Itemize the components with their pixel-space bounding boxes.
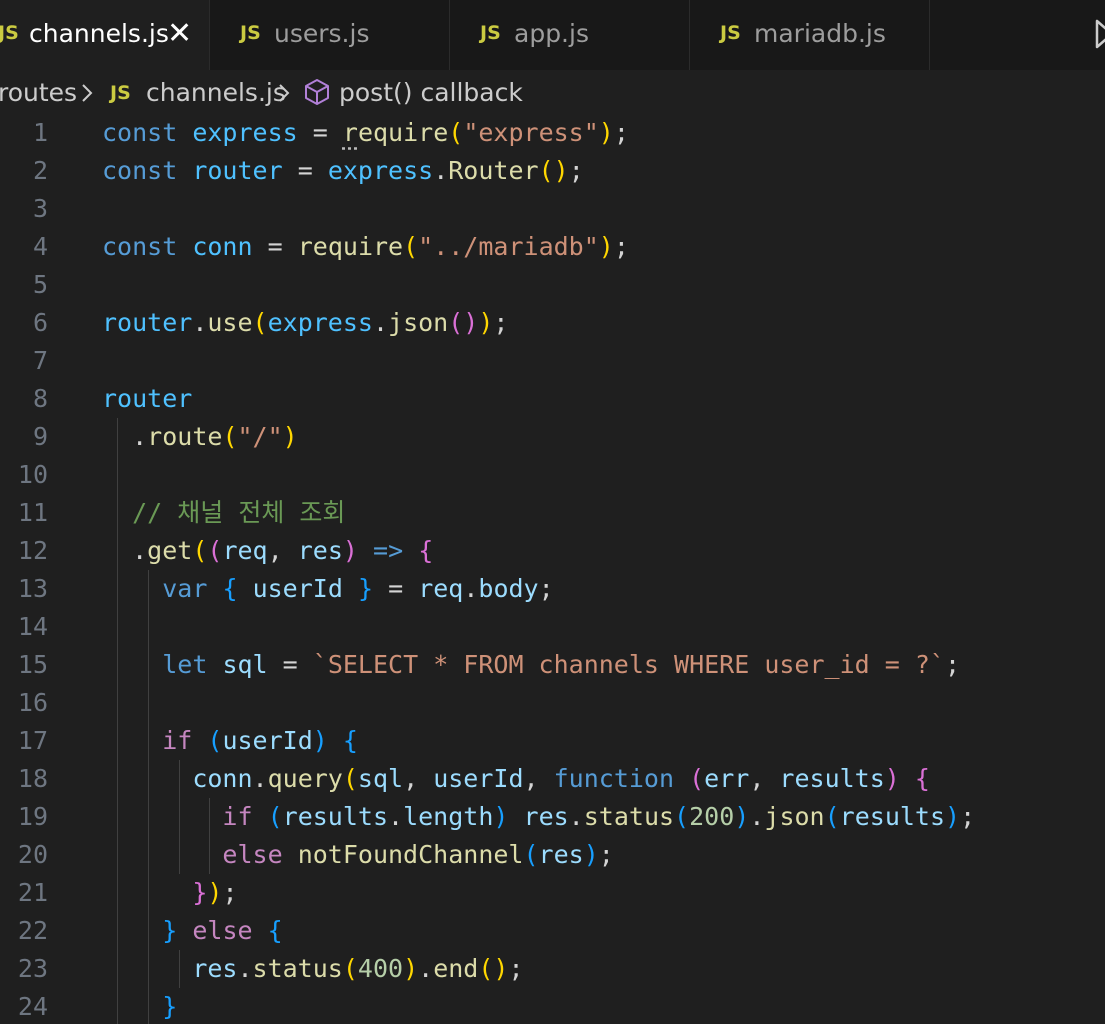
code-text: }); xyxy=(192,878,238,907)
code-text: } else { xyxy=(162,916,283,945)
line-number: 10 xyxy=(17,460,48,489)
code-line: 13 var { userId } = req.body; xyxy=(0,570,1105,608)
code-line: 20 else notFoundChannel(res); xyxy=(0,836,1105,874)
line-number: 12 xyxy=(17,536,48,565)
code-text: // 채널 전체 조회 xyxy=(132,498,346,527)
code-line: 24 } xyxy=(0,988,1105,1024)
code-line: 12 .get((req, res) => { xyxy=(0,532,1105,570)
tab-label: mariadb.js xyxy=(754,19,886,48)
line-number: 20 xyxy=(17,840,48,869)
run-icon[interactable] xyxy=(1094,18,1105,50)
code-text: if (userId) { xyxy=(162,726,358,755)
code-line: 8 router xyxy=(0,380,1105,418)
chevron-right-icon xyxy=(82,84,93,102)
tab-users-js[interactable]: JS users.js xyxy=(210,0,450,70)
code-text: router xyxy=(102,384,193,413)
javascript-file-icon: JS xyxy=(0,22,19,44)
line-number: 3 xyxy=(32,194,48,223)
code-line: 21 }); xyxy=(0,874,1105,912)
tab-label: channels.js xyxy=(29,19,169,48)
code-line: 9 .route("/") xyxy=(0,418,1105,456)
line-number: 9 xyxy=(32,422,48,451)
chevron-right-icon xyxy=(279,84,290,102)
code-editor[interactable]: 1 const express = require("express"); 2 … xyxy=(0,114,1105,1024)
line-number: 1 xyxy=(32,118,48,147)
editor-tab-bar: JS channels.js ✕ JS users.js JS app.js J… xyxy=(0,0,1105,70)
line-number: 21 xyxy=(17,878,48,907)
line-number: 7 xyxy=(32,346,48,375)
code-line: 1 const express = require("express"); xyxy=(0,114,1105,152)
line-number: 2 xyxy=(32,156,48,185)
cube-icon xyxy=(305,79,329,105)
javascript-file-icon: JS xyxy=(110,82,131,104)
code-text: let sql = `SELECT * FROM channels WHERE … xyxy=(162,650,960,679)
tab-mariadb-js[interactable]: JS mariadb.js xyxy=(690,0,930,70)
code-text: const conn = require("../mariadb"); xyxy=(102,232,629,261)
code-text: } xyxy=(162,992,178,1021)
tab-channels-js[interactable]: JS channels.js ✕ xyxy=(0,0,210,70)
code-line: 6 router.use(express.json()); xyxy=(0,304,1105,342)
close-icon[interactable]: ✕ xyxy=(167,16,192,51)
vscode-editor-window: JS channels.js ✕ JS users.js JS app.js J… xyxy=(0,0,1105,1024)
line-number: 24 xyxy=(17,992,48,1021)
breadcrumb-symbol[interactable]: post() callback xyxy=(339,78,523,107)
code-line: 18 conn.query(sql, userId, function (err… xyxy=(0,760,1105,798)
line-number: 4 xyxy=(32,232,48,261)
tab-label: app.js xyxy=(514,19,589,48)
line-number: 13 xyxy=(17,574,48,603)
code-text: const router = express.Router(); xyxy=(102,156,584,185)
line-number: 14 xyxy=(17,612,48,641)
code-text: if (results.length) res.status(200).json… xyxy=(222,802,976,831)
code-line: 10 xyxy=(0,456,1105,494)
code-line: 5 xyxy=(0,266,1105,304)
line-number: 6 xyxy=(32,308,48,337)
code-line: 22 } else { xyxy=(0,912,1105,950)
line-number: 23 xyxy=(17,954,48,983)
javascript-file-icon: JS xyxy=(480,22,501,44)
code-text: .get((req, res) => { xyxy=(132,536,434,565)
line-number: 17 xyxy=(17,726,48,755)
code-line: 14 xyxy=(0,608,1105,646)
tab-app-js[interactable]: JS app.js xyxy=(450,0,690,70)
code-text: else notFoundChannel(res); xyxy=(222,840,614,869)
line-number: 19 xyxy=(17,802,48,831)
line-number: 8 xyxy=(32,384,48,413)
line-number: 22 xyxy=(17,916,48,945)
code-line: 11 // 채널 전체 조회 xyxy=(0,494,1105,532)
line-number: 15 xyxy=(17,650,48,679)
code-line: 15 let sql = `SELECT * FROM channels WHE… xyxy=(0,646,1105,684)
code-line: 19 if (results.length) res.status(200).j… xyxy=(0,798,1105,836)
code-line: 3 xyxy=(0,190,1105,228)
javascript-file-icon: JS xyxy=(240,22,261,44)
code-text: var { userId } = req.body; xyxy=(162,574,554,603)
code-text: const express = require("express"); xyxy=(102,118,629,147)
code-text: conn.query(sql, userId, function (err, r… xyxy=(192,764,930,793)
line-number: 5 xyxy=(32,270,48,299)
code-text: router.use(express.json()); xyxy=(102,308,509,337)
line-number: 18 xyxy=(17,764,48,793)
code-line: 16 xyxy=(0,684,1105,722)
code-line: 2 const router = express.Router(); xyxy=(0,152,1105,190)
code-text: res.status(400).end(); xyxy=(192,954,524,983)
javascript-file-icon: JS xyxy=(720,22,741,44)
line-number: 11 xyxy=(17,498,48,527)
code-line: 17 if (userId) { xyxy=(0,722,1105,760)
code-text: .route("/") xyxy=(132,422,298,451)
tab-label: users.js xyxy=(274,19,370,48)
code-line: 7 xyxy=(0,342,1105,380)
breadcrumb: routes JS channels.js post() callback xyxy=(0,70,1105,114)
code-line: 4 const conn = require("../mariadb"); xyxy=(0,228,1105,266)
line-number: 16 xyxy=(17,688,48,717)
breadcrumb-file[interactable]: channels.js xyxy=(146,78,286,107)
breadcrumb-folder[interactable]: routes xyxy=(0,78,77,107)
code-line: 23 res.status(400).end(); xyxy=(0,950,1105,988)
